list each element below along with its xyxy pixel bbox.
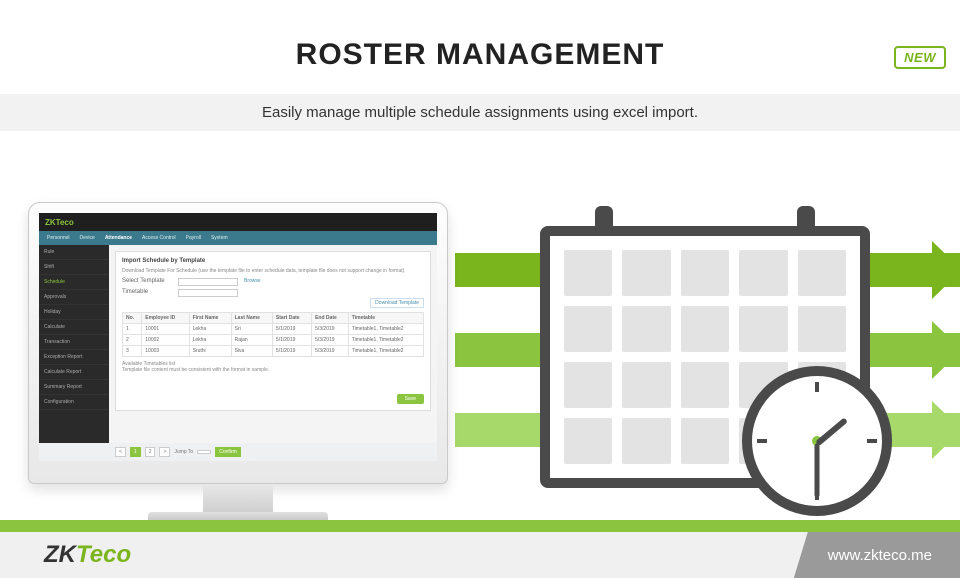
- clock-graphic: [742, 366, 892, 516]
- monitor-graphic: ZKTeco Personnel Device Attendance Acces…: [28, 202, 448, 522]
- app-content: Import Schedule by Template Download Tem…: [109, 245, 437, 443]
- new-badge: NEW: [894, 46, 946, 69]
- illustration-stage: ZKTeco Personnel Device Attendance Acces…: [0, 208, 960, 518]
- sample-table: No.Employee IDFirst NameLast NameStart D…: [122, 312, 424, 357]
- subtitle: Easily manage multiple schedule assignme…: [0, 94, 960, 131]
- app-screenshot: ZKTeco Personnel Device Attendance Acces…: [39, 213, 437, 461]
- footer-url: www.zkteco.me: [794, 532, 960, 578]
- app-sidebar: Rule Shift Schedule Approvals Holiday Ca…: [39, 245, 109, 443]
- card-hint: Download Template For Schedule (use the …: [122, 268, 424, 274]
- brand-logo: ZKTeco: [44, 541, 131, 569]
- download-template-link: Download Template: [370, 298, 424, 308]
- pager-graphic: < 1 2 > Jump To Confirm: [115, 447, 241, 457]
- footer: ZKTeco www.zkteco.me: [0, 520, 960, 578]
- app-logo: ZKTeco: [45, 218, 74, 227]
- table-note: Available Timetables list Template file …: [122, 361, 424, 373]
- card-title: Import Schedule by Template: [122, 258, 424, 264]
- app-navbar: Personnel Device Attendance Access Contr…: [39, 231, 437, 245]
- save-button-graphic: Save: [397, 394, 424, 404]
- page-title: ROSTER MANAGEMENT: [0, 38, 960, 72]
